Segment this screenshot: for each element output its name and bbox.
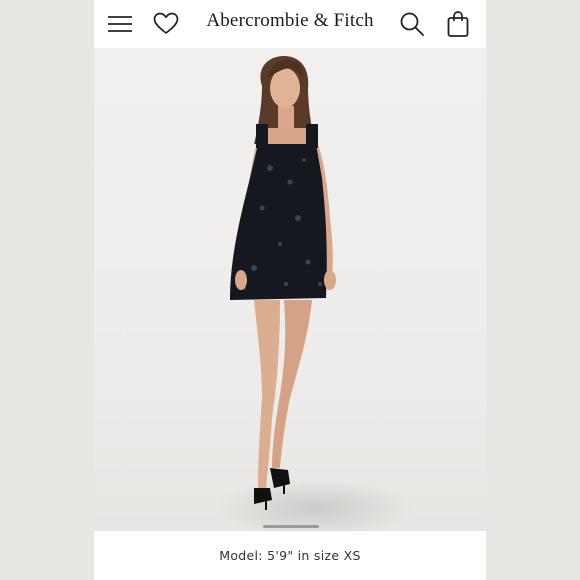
model-size-caption: Model: 5'9" in size XS	[94, 531, 486, 580]
search-icon[interactable]	[396, 8, 428, 40]
product-photo[interactable]	[94, 48, 486, 531]
shopping-bag-icon[interactable]	[442, 8, 474, 40]
top-nav: Abercrombie & Fitch	[94, 0, 486, 48]
product-page: Abercrombie & Fitch Model: 5'9" in size …	[94, 0, 486, 580]
heart-icon[interactable]	[150, 8, 182, 40]
image-scroll-indicator[interactable]	[263, 525, 319, 528]
floor-shadow	[214, 478, 414, 531]
brand-name[interactable]: Abercrombie & Fitch	[206, 10, 373, 31]
model-figure	[230, 56, 336, 510]
hamburger-menu-icon[interactable]	[104, 8, 136, 40]
